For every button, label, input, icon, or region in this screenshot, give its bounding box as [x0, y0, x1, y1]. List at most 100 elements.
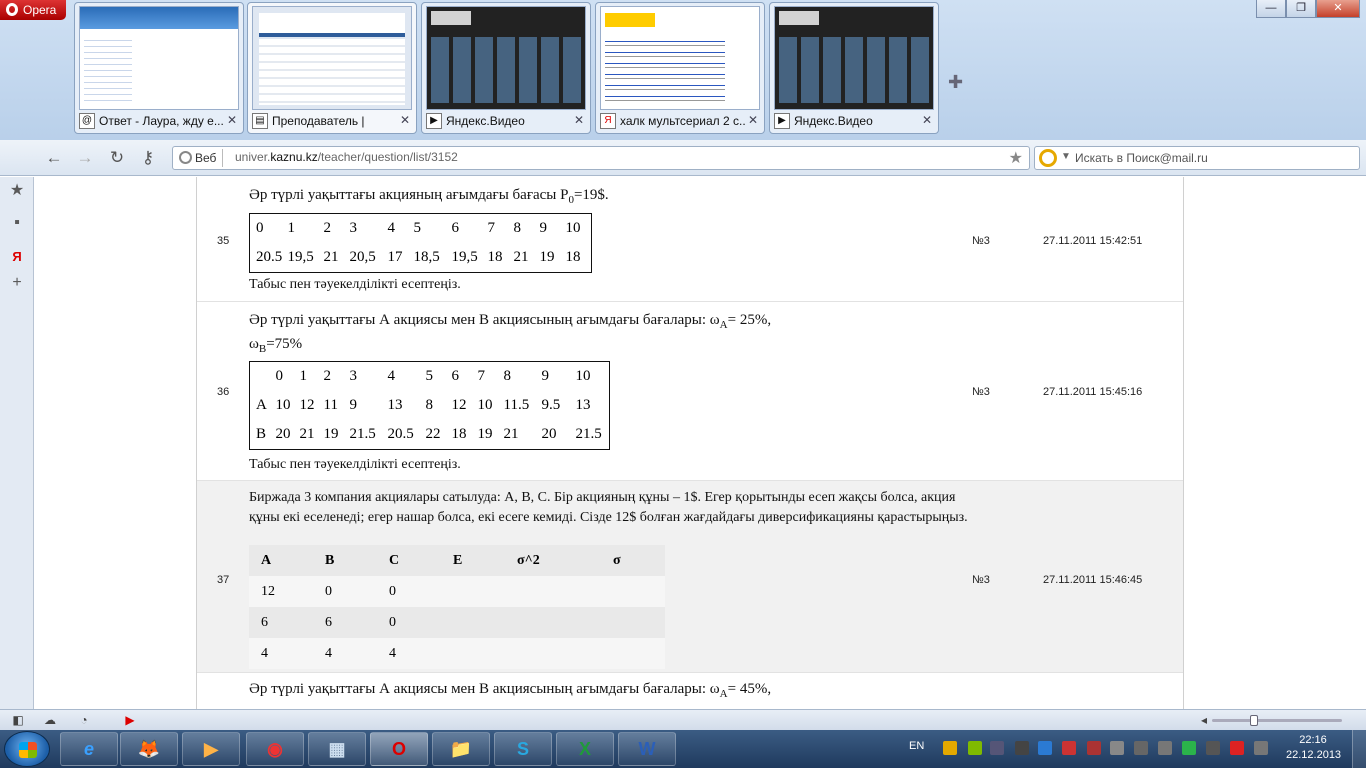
turbo-icon[interactable]: ◔	[76, 713, 92, 727]
usb-icon[interactable]	[1206, 741, 1220, 755]
tray-app-icon[interactable]	[968, 741, 982, 755]
panel-sidebar: ★ ▪ Я +	[0, 177, 34, 709]
cloud-icon[interactable]: ☁	[42, 713, 58, 727]
tab-close-icon[interactable]: ✕	[227, 113, 237, 127]
battery-icon[interactable]	[1134, 741, 1148, 755]
chevron-down-icon[interactable]: ▼	[1061, 151, 1071, 162]
bookmarks-star-icon[interactable]: ★	[7, 181, 27, 201]
bookmark-star-icon[interactable]: ★	[1009, 148, 1023, 168]
globe-icon	[179, 151, 192, 164]
question-number: 36	[217, 386, 230, 398]
search-placeholder: Искать в Поиск@mail.ru	[1075, 151, 1208, 165]
opera-menu-label: Opera	[23, 3, 57, 17]
question-text: Әр түрлі уақыттағы А акциясы мен В акция…	[249, 681, 772, 700]
question-row[interactable]: Әр түрлі уақыттағы акцияның ағымдағы бағ…	[197, 177, 1183, 301]
show-desktop-button[interactable]	[1352, 730, 1366, 768]
tray-app-icon[interactable]	[1182, 741, 1196, 755]
back-icon[interactable]: ←	[44, 148, 64, 168]
search-box[interactable]: ▼ Искать в Поиск@mail.ru	[1034, 146, 1360, 170]
question-text-line2: ωB=75%	[249, 336, 303, 355]
address-bar[interactable]: Веб univer.kaznu.kz/teacher/question/lis…	[172, 146, 1030, 170]
network-off-icon[interactable]	[1087, 741, 1101, 755]
question-number: 37	[217, 574, 230, 586]
network-app-icon[interactable]: ▦	[308, 732, 366, 766]
tray-monitor-icon[interactable]	[1015, 741, 1029, 755]
start-button[interactable]	[4, 731, 50, 767]
search-engine-icon[interactable]	[1039, 149, 1057, 167]
close-window-icon[interactable]: ✕	[1316, 0, 1360, 18]
clock-date: 22.12.2013	[1286, 749, 1342, 761]
tab-close-icon[interactable]: ✕	[922, 113, 932, 127]
mail-favicon-icon: @	[79, 113, 95, 129]
flag-icon[interactable]	[1110, 741, 1124, 755]
question-text: Әр түрлі уақыттағы акцияның ағымдағы бағ…	[249, 187, 609, 206]
bluetooth-icon[interactable]	[1038, 741, 1052, 755]
tray-app-icon[interactable]	[990, 741, 1004, 755]
key-icon[interactable]: ⚷	[138, 148, 158, 168]
tab-yandex-video-2[interactable]: ▶ Яндекс.Видео ✕	[769, 2, 939, 134]
question-row[interactable]: Әр түрлі уақыттағы А акциясы мен В акция…	[197, 672, 1183, 709]
clock[interactable]: 22:16 22.12.2013	[1286, 733, 1342, 763]
video-favicon-icon: ▶	[426, 113, 442, 129]
question-table: 0 1 2 3 4 5 6 7 8 9 10 20.5 19,5 21 20,5 17 18,5 19,5 18 2…	[249, 213, 592, 273]
media-player-icon[interactable]: ▶	[182, 732, 240, 766]
video-favicon-icon: ▶	[774, 113, 790, 129]
opera-logo-icon	[6, 3, 18, 16]
windows-logo-icon	[19, 742, 37, 758]
tab-thumbnail	[252, 6, 412, 110]
question-row[interactable]: Әр түрлі уақыттағы А акциясы мен В акция…	[197, 301, 1183, 480]
opera-menu-button[interactable]: Opera	[0, 0, 66, 20]
tray-app-icon[interactable]	[1254, 741, 1268, 755]
question-text: Биржада 3 компания акциялары сатылуда: А…	[249, 490, 968, 525]
yandex-panel-icon[interactable]: Я	[7, 247, 27, 267]
question-number: 35	[217, 235, 230, 247]
add-panel-icon[interactable]: +	[7, 273, 27, 293]
tab-close-icon[interactable]: ✕	[574, 113, 584, 127]
tab-thumbnail	[426, 6, 586, 110]
youtube-icon[interactable]: ▶	[122, 713, 138, 727]
tab-close-icon[interactable]: ✕	[748, 113, 758, 127]
restore-icon[interactable]: ❐	[1286, 0, 1316, 18]
notes-icon[interactable]: ▪	[7, 213, 27, 233]
window-controls: — ❐ ✕	[1256, 0, 1360, 18]
question-table: A B C Eσ^2 σ 12 0 0 660 444	[249, 545, 665, 669]
update-icon[interactable]	[943, 741, 957, 755]
question-row[interactable]: Биржада 3 компания акциялары сатылуда: А…	[197, 480, 1183, 672]
tab-title: халк мультсериал 2 с...	[620, 114, 745, 128]
new-tab-icon[interactable]: ✚	[948, 72, 963, 93]
zoom-out-icon[interactable]: ◂	[1196, 713, 1212, 727]
language-indicator[interactable]: EN	[909, 740, 924, 752]
tab-mail[interactable]: @ Ответ - Лаура, жду е... ✕	[74, 2, 244, 134]
volume-icon[interactable]	[1158, 741, 1172, 755]
zoom-slider[interactable]	[1212, 719, 1342, 722]
tab-yandex-video-1[interactable]: ▶ Яндекс.Видео ✕	[421, 2, 591, 134]
panel-toggle-icon[interactable]: ◧	[10, 713, 26, 727]
forward-icon[interactable]: →	[75, 148, 95, 168]
reload-icon[interactable]: ↻	[107, 148, 127, 168]
browser-tab-bar: Opera — ❐ ✕ @ Ответ - Лаура, жду е... ✕ ▤…	[0, 0, 1366, 140]
ie-icon[interactable]: e	[60, 732, 118, 766]
opera-icon[interactable]: O	[370, 732, 428, 766]
skype-icon[interactable]: S	[494, 732, 552, 766]
question-datetime: 27.11.2011 15:42:51	[1043, 235, 1143, 247]
tab-teacher[interactable]: ▤ Преподаватель | ✕	[247, 2, 417, 134]
tab-close-icon[interactable]: ✕	[400, 113, 410, 127]
firefox-icon[interactable]: 🦊	[120, 732, 178, 766]
web-badge[interactable]: Веб	[175, 149, 224, 167]
question-datetime: 27.11.2011 15:46:45	[1043, 574, 1143, 586]
minimize-icon[interactable]: —	[1256, 0, 1286, 18]
page-viewport: Әр түрлі уақыттағы акцияның ағымдағы бағ…	[35, 177, 1351, 709]
tab-yandex-search[interactable]: Яхалк мультсериал 2 с... ✕	[595, 2, 765, 134]
chrome-icon[interactable]: ◉	[246, 732, 304, 766]
zoom-slider-knob[interactable]	[1250, 715, 1258, 726]
question-footer: Табыс пен тәуекелділікті есептеңіз.	[249, 277, 461, 292]
explorer-folder-icon[interactable]: 📁	[432, 732, 490, 766]
word-icon[interactable]: W	[618, 732, 676, 766]
question-text: Әр түрлі уақыттағы А акциясы мен В акция…	[249, 312, 772, 331]
antivirus-icon[interactable]	[1230, 741, 1244, 755]
excel-icon[interactable]: X	[556, 732, 614, 766]
url-text[interactable]: univer.kaznu.kz/teacher/question/list/31…	[235, 150, 458, 164]
navigation-toolbar: ← → ↻ ⚷ Веб univer.kaznu.kz/teacher/ques…	[0, 140, 1366, 176]
tray-security-icon[interactable]	[1062, 741, 1076, 755]
tab-title: Яндекс.Видео	[794, 114, 873, 128]
